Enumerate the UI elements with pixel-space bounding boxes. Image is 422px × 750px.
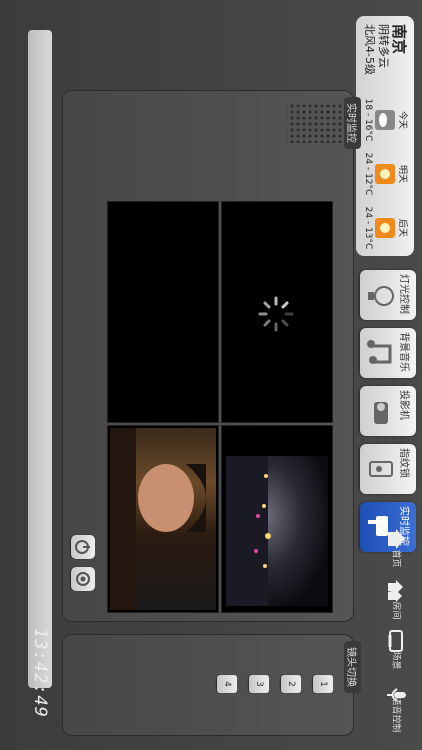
camera-cell-4[interactable] xyxy=(107,425,219,613)
app-screen: 南京 阴转多云 北风4-5级 今天 18 - 16°C 明天 24 - 12°C… xyxy=(0,0,422,750)
rooms-icon xyxy=(388,580,403,602)
sun-icon xyxy=(375,164,395,184)
clock: 13:42:49 xyxy=(30,628,50,718)
nav-home[interactable]: 首页 xyxy=(372,528,422,568)
weather-day-after: 后天 24 - 13°C xyxy=(363,204,410,252)
weather-day-name: 后天 xyxy=(397,218,407,237)
fingerprint-lock-icon xyxy=(369,461,393,477)
camera-button-1[interactable]: 1 xyxy=(313,675,333,693)
camera-button-3[interactable]: 3 xyxy=(249,675,269,693)
weather-day-tomorrow: 明天 24 - 12°C xyxy=(363,150,410,198)
record-icon xyxy=(76,572,90,586)
weather-day-temp: 24 - 13°C xyxy=(363,206,373,250)
cloud-icon xyxy=(375,110,395,130)
camera-button-2[interactable]: 2 xyxy=(281,675,301,693)
nav-tile-fingerprint-lock[interactable]: 指纹锁 xyxy=(360,444,416,494)
landscape-layout: 南京 阴转多云 北风4-5级 今天 18 - 16°C 明天 24 - 12°C… xyxy=(0,0,422,750)
nav-tile-label: 背景音乐 xyxy=(398,332,409,372)
status-bar xyxy=(28,30,52,688)
nav-label: 语音控制 xyxy=(390,696,401,733)
weather-day-name: 今天 xyxy=(397,110,407,129)
weather-day-name: 明天 xyxy=(397,164,407,183)
panel-tab-label: 实时监控 xyxy=(344,97,361,149)
nav-voice-control[interactable]: 语音控制 xyxy=(372,684,422,733)
camera-button-4[interactable]: 4 xyxy=(217,675,237,693)
lamp-icon xyxy=(368,286,394,306)
camera-feed-street xyxy=(226,456,328,606)
loading-spinner-icon xyxy=(258,296,294,332)
power-icon xyxy=(75,540,90,554)
nav-rooms[interactable]: 房间 xyxy=(372,580,422,620)
nav-label: 首页 xyxy=(390,549,401,568)
nav-tile-label: 投影机 xyxy=(398,390,409,420)
nav-tile-lighting[interactable]: 灯光控制 xyxy=(360,270,416,320)
camera-cell-3[interactable] xyxy=(107,201,219,423)
camera-feed-person xyxy=(110,428,216,610)
weather-city: 南京 xyxy=(390,24,408,55)
nav-label: 房间 xyxy=(390,601,401,620)
weather-wind: 北风4-5级 xyxy=(363,24,376,75)
nav-tile-label: 灯光控制 xyxy=(398,274,409,314)
home-icon xyxy=(388,529,405,549)
nav-label: 场景 xyxy=(390,651,401,670)
weather-condition: 阴转多云 xyxy=(377,24,390,68)
power-button[interactable] xyxy=(71,535,95,559)
nav-tile-label: 指纹锁 xyxy=(398,448,409,478)
camera-cell-1[interactable] xyxy=(221,201,333,423)
speaker-grille xyxy=(287,103,343,143)
nav-tile-projector[interactable]: 投影机 xyxy=(360,386,416,436)
projector-icon xyxy=(374,402,388,424)
scene-icon xyxy=(388,630,403,652)
weather-day-temp: 24 - 12°C xyxy=(363,152,373,196)
nav-scene[interactable]: 场景 xyxy=(372,630,422,670)
panel-tab-label: 镜头切换 xyxy=(344,641,361,693)
record-button[interactable] xyxy=(71,567,95,591)
weather-panel: 南京 阴转多云 北风4-5级 今天 18 - 16°C 明天 24 - 12°C… xyxy=(356,16,414,256)
sun-icon xyxy=(375,218,395,238)
live-monitor-panel: 实时监控 xyxy=(62,90,361,622)
camera-switch-panel: 镜头切换 1 2 3 4 xyxy=(62,634,361,736)
weather-day-today: 今天 18 - 16°C xyxy=(363,96,410,144)
weather-day-temp: 18 - 16°C xyxy=(363,98,373,142)
music-note-icon xyxy=(367,340,392,364)
camera-cell-2[interactable] xyxy=(221,425,333,613)
nav-tile-music[interactable]: 背景音乐 xyxy=(360,328,416,378)
